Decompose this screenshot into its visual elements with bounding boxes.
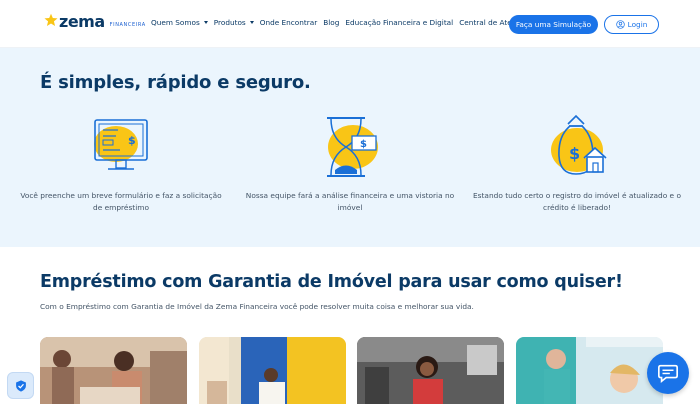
cookie-settings-button[interactable] [7,372,34,399]
brand-logo[interactable]: zema FINANCEIRA [44,14,146,30]
nav-item-label: Produtos [213,18,246,27]
step-3: $ Estando tudo certo o registro do imóve… [472,114,682,214]
nav-item-educacao[interactable]: Educação Financeira e Digital [345,18,453,27]
card-dental-clinic[interactable] [516,337,663,404]
login-label: Login [627,20,648,29]
nav-item-blog[interactable]: Blog [323,18,339,27]
chevron-down-icon [249,21,254,24]
nav-item-produtos[interactable]: Produtos [214,18,254,27]
main-nav: Quem Somos Produtos Onde Encontrar Blog … [151,18,553,27]
nav-item-label: Educação Financeira e Digital [345,18,454,27]
chat-bubble-icon [658,364,678,383]
loan-title: Empréstimo com Garantia de Imóvel para u… [40,272,623,292]
svg-text:$: $ [128,134,136,147]
nav-item-onde-encontrar[interactable]: Onde Encontrar [260,18,317,27]
dental-clinic-photo [516,337,663,404]
svg-text:$: $ [360,139,367,150]
hourglass-money-icon: $ [327,117,378,177]
brand-name: zema [59,12,105,31]
nav-item-quem-somos[interactable]: Quem Somos [151,18,208,27]
step-text: Nossa equipe fará a análise financeira e… [245,191,455,212]
simulation-button[interactable]: Faça uma Simulação [509,15,598,34]
steps-title: É simples, rápido e seguro. [40,72,311,93]
user-icon [615,20,625,29]
chevron-down-icon [203,21,208,24]
card-home-renovation[interactable] [199,337,346,404]
chef-restaurant-photo [357,337,504,404]
brand-subtitle: FINANCEIRA [109,22,146,28]
step-text: Estando tudo certo o registro do imóvel … [473,191,681,212]
step-text: Você preenche um breve formulário e faz … [20,191,222,212]
svg-text:$: $ [569,144,580,163]
card-chef-restaurant[interactable] [357,337,504,404]
nav-item-label: Onde Encontrar [259,18,318,27]
card-people-working[interactable] [40,337,187,404]
nav-item-label: Blog [323,18,340,27]
money-bag-house-icon: $ [551,114,607,175]
people-working-photo [40,337,187,404]
home-renovation-photo [199,337,346,404]
star-icon [44,13,58,27]
login-button[interactable]: Login [604,15,659,34]
loan-description: Com o Empréstimo com Garantia de Imóvel … [40,302,474,311]
nav-item-label: Quem Somos [151,18,200,27]
site-header: zema FINANCEIRA Quem Somos Produtos Onde… [0,0,700,48]
shield-check-icon [15,379,26,392]
step-1: $ Você preenche um breve formulário e fa… [16,114,226,214]
step-2: $ Nossa equipe fará a análise financeira… [245,114,455,214]
chat-button[interactable] [647,352,689,394]
steps-section: É simples, rápido e seguro. $ Você preen… [0,48,700,247]
form-computer-icon: $ [94,119,148,170]
